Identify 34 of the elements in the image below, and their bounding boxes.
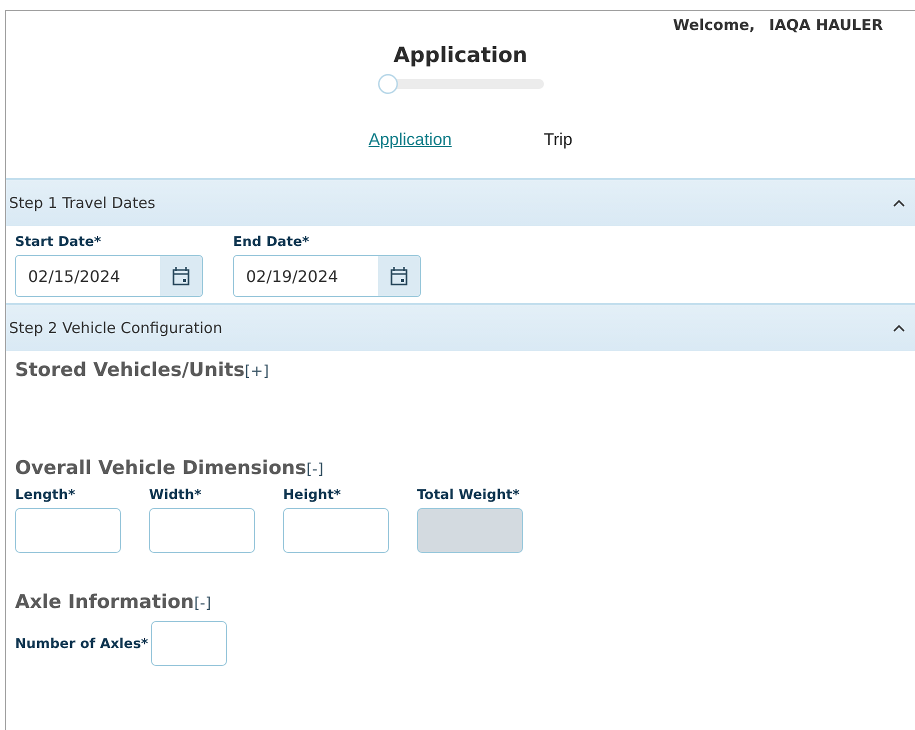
section-title: Step 1 Travel Dates bbox=[9, 194, 156, 212]
calendar-icon bbox=[390, 266, 408, 286]
tab[interactable]: Application bbox=[368, 130, 452, 150]
calendar-button[interactable] bbox=[378, 256, 420, 296]
chevron-up-icon[interactable] bbox=[893, 324, 905, 332]
field-label: End Date* bbox=[233, 234, 310, 250]
field-label: Start Date* bbox=[15, 234, 102, 250]
toggle-link[interactable]: [-] bbox=[194, 594, 212, 612]
date-field[interactable]: 02/15/2024 bbox=[15, 255, 203, 297]
group-title: Axle Information[-] bbox=[15, 591, 212, 613]
date-field[interactable]: 02/19/2024 bbox=[233, 255, 421, 297]
field-label: Height* bbox=[283, 487, 342, 503]
toggle-link[interactable]: [+] bbox=[244, 362, 269, 380]
input-field[interactable] bbox=[283, 508, 389, 553]
input-field[interactable] bbox=[15, 508, 121, 553]
chevron-up-icon[interactable] bbox=[893, 199, 905, 207]
input-field[interactable] bbox=[149, 508, 255, 553]
user-name: IAQA HAULER bbox=[768, 16, 883, 34]
field-label: Number of Axles* bbox=[15, 636, 148, 652]
calendar-button[interactable] bbox=[160, 256, 202, 296]
field-label: Length* bbox=[15, 487, 76, 503]
section-header[interactable]: Step 1 Travel Dates bbox=[6, 178, 915, 226]
group-title: Overall Vehicle Dimensions[-] bbox=[15, 457, 324, 479]
field-label: Total Weight* bbox=[417, 487, 521, 503]
section-header[interactable]: Step 2 Vehicle Configuration bbox=[6, 303, 915, 351]
calendar-icon bbox=[172, 266, 190, 286]
page-title: Application bbox=[394, 43, 528, 67]
section-title: Step 2 Vehicle Configuration bbox=[9, 319, 222, 337]
welcome-label: Welcome, bbox=[672, 16, 755, 34]
input-field[interactable] bbox=[151, 621, 228, 666]
group-title: Stored Vehicles/Units[+] bbox=[15, 359, 270, 381]
tab[interactable]: Trip bbox=[544, 130, 572, 150]
field-label: Width* bbox=[149, 487, 202, 503]
toggle-link[interactable]: [-] bbox=[306, 460, 324, 478]
